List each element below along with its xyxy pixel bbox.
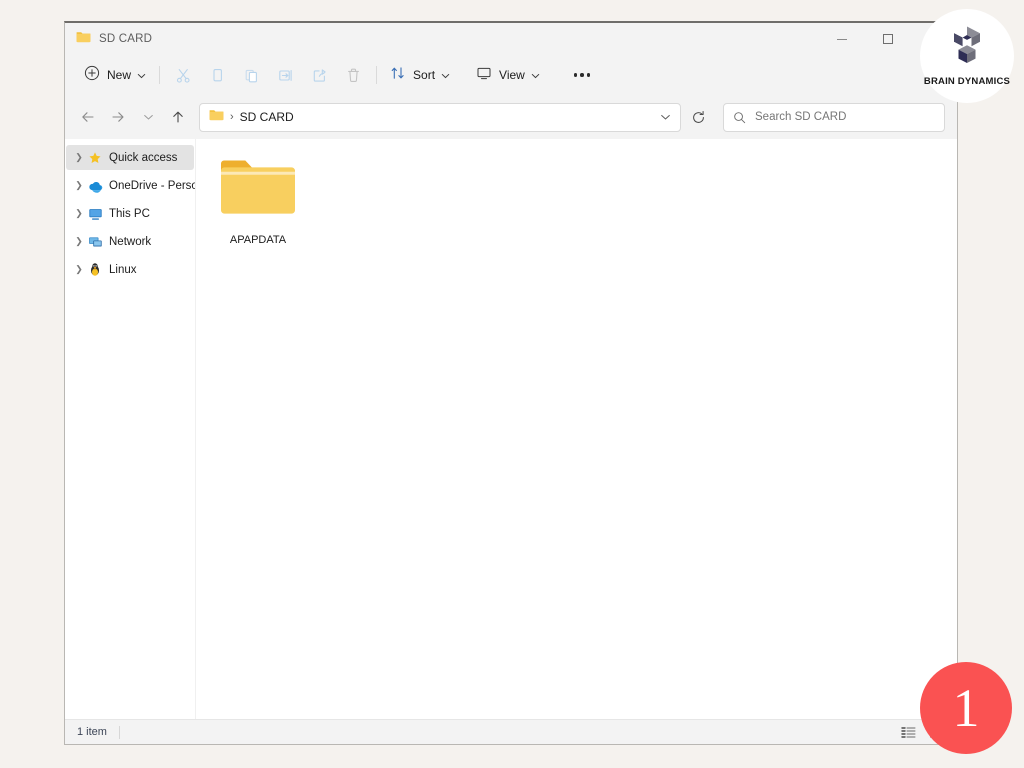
sidebar-item-label: Quick access: [109, 151, 178, 164]
folder-icon: [209, 108, 224, 126]
folder-icon: [76, 30, 91, 48]
delete-icon[interactable]: [336, 60, 370, 90]
chevron-right-icon[interactable]: ❯: [72, 208, 86, 219]
address-bar[interactable]: › SD CARD: [199, 102, 681, 132]
cut-icon[interactable]: [166, 60, 200, 90]
sidebar-item-linux[interactable]: ❯ Linux: [66, 257, 194, 282]
chevron-right-icon[interactable]: ❯: [72, 264, 86, 275]
chevron-down-icon: [137, 66, 146, 84]
star-icon: [86, 151, 104, 165]
brain-dynamics-logo-icon: [950, 25, 984, 70]
monitor-icon: [476, 65, 492, 86]
toolbar-divider: [159, 66, 161, 84]
file-explorer-window: SD CARD ✕ New: [64, 21, 958, 745]
search-placeholder: Search SD CARD: [755, 111, 847, 123]
back-button[interactable]: [73, 102, 103, 132]
chevron-right-icon[interactable]: ❯: [72, 236, 86, 247]
penguin-icon: [86, 262, 104, 277]
ellipsis-icon: [586, 73, 591, 77]
chevron-down-icon: [660, 114, 670, 120]
search-input[interactable]: Search SD CARD: [723, 102, 945, 132]
window-title: SD CARD: [99, 33, 153, 45]
file-item-apapdata[interactable]: APAPDATA: [210, 153, 306, 246]
title-bar: SD CARD ✕: [65, 23, 957, 55]
cloud-icon: [86, 179, 104, 193]
forward-button[interactable]: [103, 102, 133, 132]
sidebar-item-label: OneDrive - Persona: [109, 179, 195, 192]
sort-button-label: Sort: [413, 68, 436, 82]
sort-button[interactable]: Sort: [383, 60, 457, 90]
search-icon: [733, 111, 746, 124]
new-button-label: New: [107, 68, 132, 82]
item-count-label: 1 item: [77, 726, 107, 738]
maximize-icon: [883, 34, 893, 44]
arrow-left-icon: [82, 112, 94, 122]
folder-icon: [219, 155, 297, 224]
sidebar-item-quick-access[interactable]: ❯ Quick access: [66, 145, 194, 170]
up-button[interactable]: [163, 102, 193, 132]
sidebar-item-label: Linux: [109, 263, 137, 276]
sidebar-item-network[interactable]: ❯ Network: [66, 229, 194, 254]
sidebar-item-onedrive[interactable]: ❯ OneDrive - Persona: [66, 173, 195, 198]
brand-logo: BRAIN DYNAMICS: [920, 9, 1014, 103]
explorer-body: ❯ Quick access ❯ OneDrive - Persona: [65, 139, 957, 719]
toolbar: New Sort View: [65, 55, 957, 95]
file-list-area[interactable]: APAPDATA: [196, 139, 957, 719]
share-icon[interactable]: [302, 60, 336, 90]
chevron-down-icon: [143, 114, 153, 120]
details-view-icon[interactable]: [897, 722, 919, 742]
copy-icon[interactable]: [200, 60, 234, 90]
sidebar-item-label: This PC: [109, 207, 150, 220]
plus-circle-icon: [84, 65, 100, 86]
sort-arrows-icon: [390, 65, 406, 86]
navigation-pane: ❯ Quick access ❯ OneDrive - Persona: [65, 139, 196, 719]
arrow-up-icon: [173, 111, 183, 123]
minimize-icon: [837, 38, 847, 40]
sidebar-item-label: Network: [109, 235, 152, 248]
see-more-button[interactable]: [565, 60, 599, 90]
view-button-label: View: [499, 68, 525, 82]
refresh-button[interactable]: [683, 104, 713, 131]
address-dropdown-button[interactable]: [650, 104, 680, 131]
address-bar-row: › SD CARD Search SD CARD: [65, 95, 957, 139]
step-badge-number: 1: [952, 678, 980, 738]
step-badge: 1: [920, 662, 1012, 754]
status-bar: 1 item: [65, 719, 957, 744]
maximize-button[interactable]: [865, 23, 911, 55]
minimize-button[interactable]: [819, 23, 865, 55]
view-button[interactable]: View: [469, 60, 547, 90]
paste-icon[interactable]: [234, 60, 268, 90]
new-button[interactable]: New: [77, 60, 153, 90]
arrow-right-icon: [112, 112, 124, 122]
network-icon: [86, 235, 104, 249]
refresh-icon: [692, 110, 704, 123]
monitor-icon: [86, 207, 104, 221]
chevron-down-icon: [441, 66, 450, 84]
ellipsis-icon: [580, 73, 584, 77]
chevron-down-icon: [531, 66, 540, 84]
status-divider: [118, 725, 120, 739]
ellipsis-icon: [573, 73, 578, 77]
sidebar-item-this-pc[interactable]: ❯ This PC: [66, 201, 194, 226]
breadcrumb-path[interactable]: SD CARD: [240, 110, 294, 124]
chevron-right-icon[interactable]: ❯: [72, 152, 86, 163]
rename-icon[interactable]: [268, 60, 302, 90]
brand-name-label: BRAIN DYNAMICS: [923, 76, 1011, 87]
file-item-label: APAPDATA: [229, 234, 287, 246]
breadcrumb-separator: ›: [230, 111, 234, 123]
chevron-right-icon[interactable]: ❯: [72, 180, 86, 191]
toolbar-divider: [376, 66, 378, 84]
recent-locations-button[interactable]: [133, 102, 163, 132]
